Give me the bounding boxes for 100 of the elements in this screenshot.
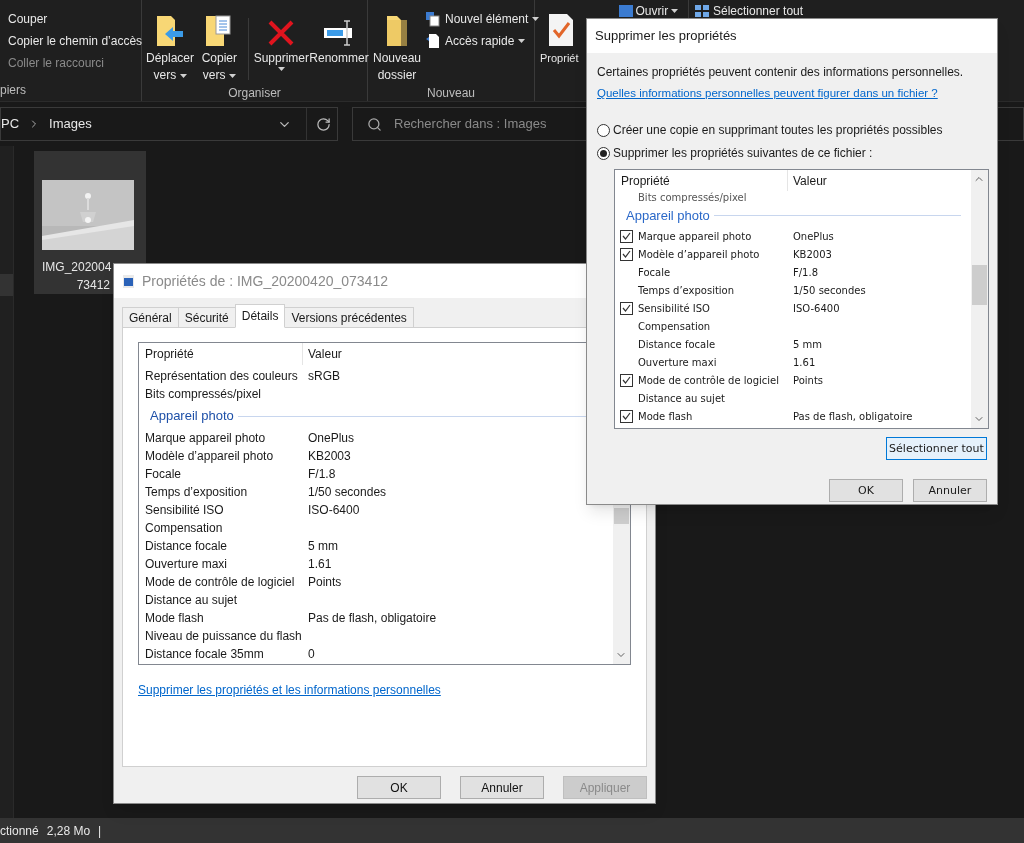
scrollbar-thumb[interactable]: [972, 265, 987, 306]
select-all-icon: [695, 5, 709, 17]
property-name: Mode flash: [638, 409, 693, 424]
property-name: Distance focale 35mm: [144, 646, 265, 663]
dialog-button[interactable]: Annuler: [913, 479, 987, 503]
new-item-icon: [425, 11, 441, 27]
caret-icon: [671, 9, 679, 13]
radio-option[interactable]: Créer une copie en supprimant toutes les propriétés possibles: [597, 121, 987, 140]
ribbon-button[interactable]: Copier le chemin d’accès: [8, 33, 141, 49]
property-name: Modèle d’appareil photo: [144, 448, 275, 465]
intro-text: Certaines propriétés peuvent contenir des informations personnelles.: [597, 64, 965, 81]
dialog-button[interactable]: Annuler: [460, 776, 544, 799]
column-header[interactable]: Valeur: [788, 171, 827, 190]
property-value: 0: [307, 646, 315, 663]
open-icon: [618, 5, 633, 17]
group-label: piers: [0, 82, 27, 99]
checkbox[interactable]: [620, 301, 633, 315]
ribbon-button[interactable]: Ouvrir: [618, 2, 679, 20]
property-name: Ouverture maxi: [638, 355, 717, 370]
radio-button[interactable]: [597, 123, 610, 137]
tab[interactable]: Détails: [234, 304, 286, 328]
property-name: Sensibilité ISO: [638, 301, 710, 316]
ribbon-button[interactable]: Nouvel élément: [425, 11, 540, 27]
link[interactable]: Quelles informations personnelles peuvent figurer dans un fichier ?: [597, 85, 987, 103]
folder-icon: [385, 14, 409, 48]
property-value: F/1.8: [307, 466, 336, 483]
property-value: ISO-6400: [307, 502, 360, 519]
file-name: IMG_202004 73412: [42, 259, 110, 294]
checkbox[interactable]: [620, 409, 633, 423]
address-bar[interactable]: PC Images: [0, 107, 338, 141]
property-name: Distance focale: [144, 538, 229, 555]
property-value: KB2003: [307, 448, 351, 465]
window-title: Supprimer les propriétés: [595, 27, 737, 46]
property-name: Marque appareil photo: [144, 430, 267, 447]
property-value: sRGB: [307, 368, 340, 385]
property-name: Bits compressés/pixel: [638, 191, 747, 203]
group-label: Organiser: [227, 85, 282, 102]
checkbox[interactable]: [620, 373, 633, 387]
ribbon-button[interactable]: Propriét: [540, 10, 579, 101]
property-value: OnePlus: [792, 229, 834, 244]
radio-option[interactable]: Supprimer les propriétés suivantes de ce fichier :: [597, 144, 987, 163]
column-header[interactable]: Propriété: [139, 343, 303, 365]
checkbox[interactable]: [620, 247, 633, 261]
link[interactable]: Supprimer les propriétés et les informations personnelles: [138, 681, 631, 699]
caret-icon: [277, 67, 285, 71]
property-value: 1/50 secondes: [792, 283, 866, 298]
property-name: Modèle d’appareil photo: [638, 247, 760, 262]
scrollbar-thumb[interactable]: [614, 508, 629, 524]
status-text: |: [98, 822, 102, 840]
document-check-icon: [546, 12, 576, 48]
property-value: Pas de flash, obligatoire: [307, 610, 437, 627]
refresh-icon[interactable]: [316, 116, 331, 132]
property-value: Points: [792, 373, 824, 388]
radio-button[interactable]: [597, 146, 610, 160]
ribbon-button[interactable]: Sélectionner tout: [695, 2, 804, 20]
column-header[interactable]: Valeur: [303, 345, 342, 363]
caret-icon: [518, 39, 526, 43]
caret-icon: [228, 73, 236, 78]
property-name: Compensation: [144, 520, 224, 537]
property-name: Distance au sujet: [144, 592, 239, 609]
checkbox[interactable]: [620, 229, 633, 243]
property-name: Bits compressés/pixel: [144, 386, 263, 403]
scrollbar[interactable]: [971, 170, 988, 429]
property-value: Points: [307, 574, 342, 591]
breadcrumb[interactable]: Images: [49, 114, 92, 134]
column-header[interactable]: Propriété: [615, 170, 788, 192]
dialog-button[interactable]: OK: [829, 479, 903, 503]
property-value: 1.61: [307, 556, 332, 573]
select-all-button[interactable]: Sélectionner tout: [886, 437, 987, 461]
caret-icon: [532, 17, 540, 21]
ribbon-button[interactable]: Accès rapide: [425, 33, 540, 49]
ribbon-button[interactable]: Couper: [8, 11, 141, 27]
property-name: Temps d’exposition: [144, 484, 249, 501]
caret-icon: [179, 73, 187, 78]
property-name: Mode flash: [144, 610, 205, 627]
status-text: ctionné: [0, 822, 39, 840]
property-value: OnePlus: [307, 430, 355, 447]
ribbon-button[interactable]: Copier vers: [196, 10, 243, 84]
document-icon: [425, 33, 441, 49]
property-value: Pas de flash, obligatoire: [792, 409, 913, 424]
property-value: F/1.8: [792, 265, 819, 280]
ribbon-button[interactable]: Déplacer vers: [146, 10, 195, 84]
property-name: Distance au sujet: [638, 391, 725, 406]
property-name: Distance focale: [638, 337, 716, 352]
group-heading: Appareil photo: [150, 407, 234, 426]
property-value: 5 mm: [307, 538, 338, 555]
image-file-icon: [123, 274, 134, 288]
property-value: 5 mm: [792, 337, 823, 352]
property-name: Représentation des couleurs: [144, 368, 299, 385]
ribbon-button[interactable]: Supprimer: [253, 10, 309, 84]
breadcrumb[interactable]: PC: [1, 114, 20, 134]
property-value: KB2003: [792, 247, 832, 262]
dialog-button[interactable]: OK: [357, 776, 441, 799]
property-name: Niveau de puissance du flash: [144, 628, 303, 645]
property-value: ISO-6400: [792, 301, 840, 316]
ribbon-button[interactable]: Nouveau dossier: [373, 10, 421, 84]
tab[interactable]: Général: [122, 307, 179, 328]
property-name: Ouverture maxi: [144, 556, 229, 573]
property-value: 1/50 secondes: [307, 484, 387, 501]
group-label: Nouveau: [425, 85, 476, 102]
